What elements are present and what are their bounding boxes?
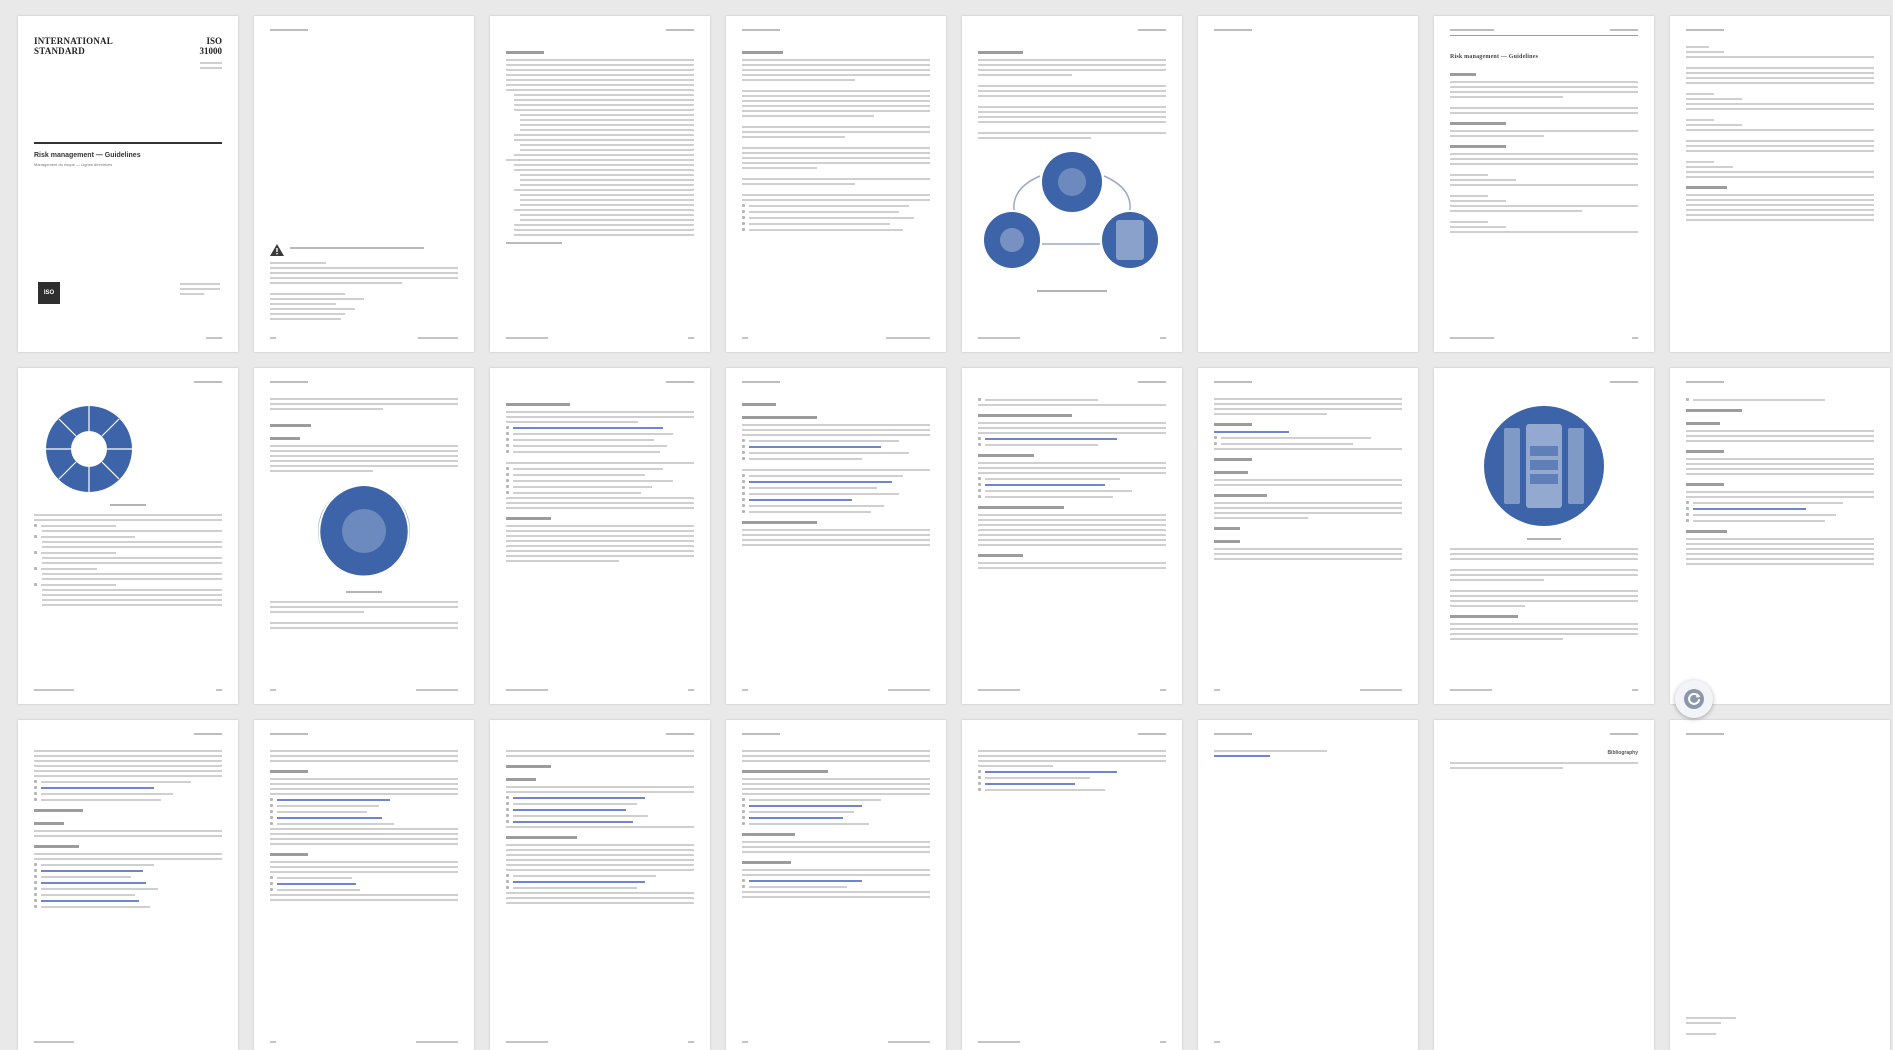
page-thumbnail-7[interactable]: Risk management — Guidelines (1434, 16, 1654, 352)
process-wheel (1484, 406, 1604, 526)
page-thumbnail-13[interactable] (962, 368, 1182, 704)
page-thumbnail-grid: INTERNATIONAL STANDARD ISO 31000 Risk ma… (18, 16, 1890, 1050)
page-thumbnail-5[interactable] (962, 16, 1182, 352)
page-thumbnail-19[interactable] (490, 720, 710, 1050)
refresh-icon[interactable] (1675, 680, 1713, 718)
page-thumbnail-20[interactable] (726, 720, 946, 1050)
cover-title: Risk management — Guidelines (34, 142, 222, 159)
cover-subtitle: Management du risque — Lignes directrice… (34, 162, 113, 167)
back-cover-info (1686, 1017, 1736, 1038)
iso-logo: ISO (38, 282, 60, 304)
principles-diagram (44, 404, 222, 494)
page-thumbnail-12[interactable] (726, 368, 946, 704)
page-thumbnail-16[interactable] (1670, 368, 1890, 704)
reference-block (180, 283, 220, 298)
page-thumbnail-9[interactable] (18, 368, 238, 704)
framework-wheel (318, 484, 410, 578)
page-thumbnail-8[interactable] (1670, 16, 1890, 352)
principles-wheel (46, 406, 132, 492)
page-thumbnail-21[interactable] (962, 720, 1182, 1050)
warning-triangle-icon (270, 244, 284, 256)
framework-diagram (270, 481, 458, 581)
page-thumbnail-17[interactable] (18, 720, 238, 1050)
page-thumbnail-4[interactable] (726, 16, 946, 352)
page-thumbnail-3[interactable] (490, 16, 710, 352)
page-thumbnail-14[interactable] (1198, 368, 1418, 704)
process-diagram (1450, 404, 1638, 528)
document-thumbnail-viewer: INTERNATIONAL STANDARD ISO 31000 Risk ma… (0, 0, 1893, 1050)
page-thumbnail-6[interactable] (1198, 16, 1418, 352)
page-title: Risk management — Guidelines (1450, 54, 1539, 60)
page-thumbnail-24[interactable] (1670, 720, 1890, 1050)
org-line-1: INTERNATIONAL (34, 36, 113, 46)
page-thumbnail-11[interactable] (490, 368, 710, 704)
org-line-2: STANDARD (34, 46, 85, 56)
page-thumbnail-2[interactable] (254, 16, 474, 352)
iso-number: 31000 (199, 46, 223, 56)
table-of-contents (506, 46, 694, 322)
page-thumbnail-18[interactable] (254, 720, 474, 1050)
refresh-glyph (1684, 689, 1704, 709)
page-thumbnail-22[interactable] (1198, 720, 1418, 1050)
page-thumbnail-15[interactable] (1434, 368, 1654, 704)
page-thumbnail-1[interactable]: INTERNATIONAL STANDARD ISO 31000 Risk ma… (18, 16, 238, 352)
page-thumbnail-23[interactable]: Bibliography (1434, 720, 1654, 1050)
principles-framework-process-diagram (978, 148, 1166, 280)
page-thumbnail-10[interactable] (254, 368, 474, 704)
diagram-graphic (984, 152, 1158, 268)
copyright-notice (270, 244, 458, 323)
cover-header: INTERNATIONAL STANDARD ISO 31000 (34, 36, 222, 56)
iso-label: ISO (206, 36, 222, 46)
